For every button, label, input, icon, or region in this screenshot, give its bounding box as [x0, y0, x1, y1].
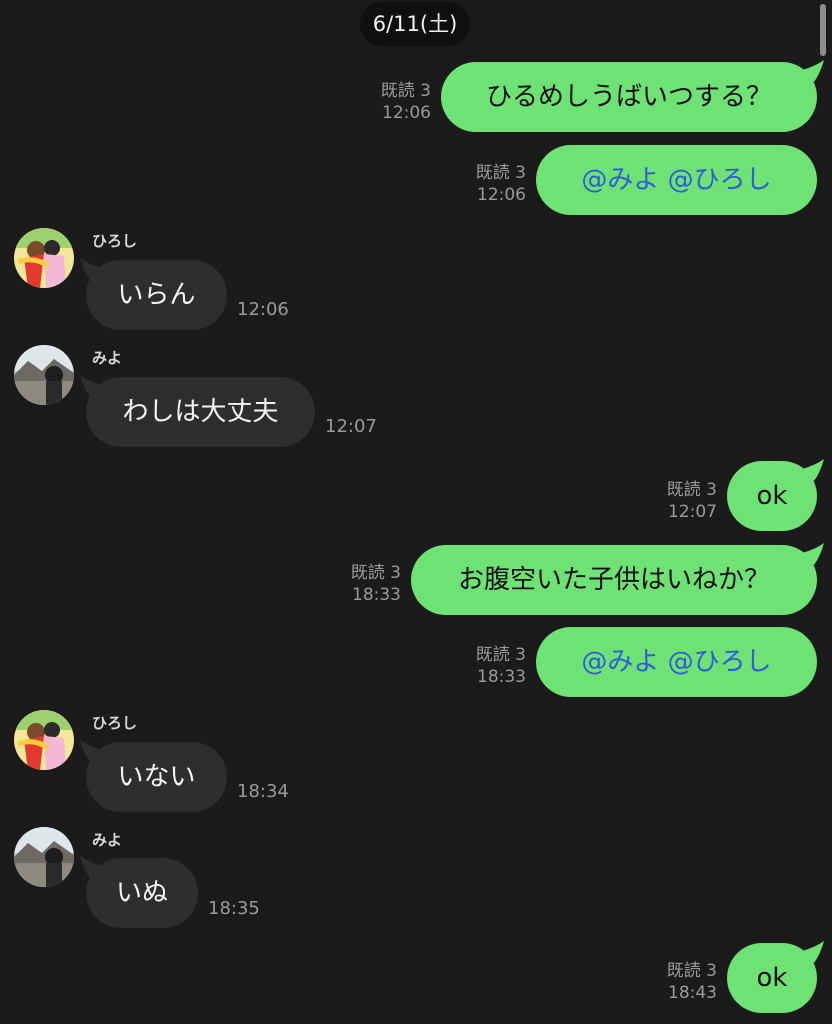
date-separator: 6/11(土): [360, 2, 470, 46]
message-time: 12:06: [477, 185, 526, 205]
bubble-tail: [802, 60, 824, 82]
outgoing-message-bubble[interactable]: お腹空いた子供はいねか？: [411, 545, 817, 615]
message-time: 18:33: [352, 585, 401, 605]
incoming-message-bubble[interactable]: いない: [86, 742, 227, 812]
message-meta: 既読 3 12:06: [361, 80, 431, 124]
bubble-tail: [802, 543, 824, 565]
miyo-avatar-icon[interactable]: [14, 345, 74, 405]
incoming-message-bubble[interactable]: いらん: [86, 260, 227, 330]
read-receipt: 既読 3: [475, 163, 526, 183]
message-time: 18:43: [668, 983, 717, 1003]
scrollbar[interactable]: [820, 4, 826, 56]
sender-name: みよ: [92, 831, 123, 849]
outgoing-mention-bubble[interactable]: @みよ @ひろし: [536, 145, 817, 215]
miyo-avatar-icon[interactable]: [14, 827, 74, 887]
bubble-tail: [80, 740, 102, 762]
sender-name: ひろし: [92, 232, 138, 250]
message-time: 12:07: [325, 416, 377, 437]
sender-name: ひろし: [92, 714, 138, 732]
bubble-tail: [802, 459, 824, 481]
outgoing-message-bubble[interactable]: ひるめしうばいつする？: [441, 62, 817, 132]
incoming-message-bubble[interactable]: わしは大丈夫: [86, 377, 315, 447]
read-receipt: 既読 3: [475, 645, 526, 665]
message-time: 12:06: [382, 103, 431, 123]
read-receipt: 既読 3: [666, 961, 717, 981]
message-time: 12:07: [668, 502, 717, 522]
message-time: 18:33: [477, 667, 526, 687]
message-meta: 既読 3 18:43: [647, 960, 717, 1004]
sender-name: みよ: [92, 349, 123, 367]
outgoing-mention-bubble[interactable]: @みよ @ひろし: [536, 627, 817, 697]
message-time: 18:34: [237, 781, 289, 802]
hiroshi-avatar-icon[interactable]: [14, 228, 74, 288]
hiroshi-avatar-icon[interactable]: [14, 710, 74, 770]
read-receipt: 既読 3: [666, 480, 717, 500]
bubble-tail: [80, 375, 102, 397]
message-time: 18:35: [208, 898, 260, 919]
bubble-tail: [80, 856, 102, 878]
bubble-tail: [80, 258, 102, 280]
bubble-tail: [802, 941, 824, 963]
message-time: 12:06: [237, 299, 289, 320]
message-meta: 既読 3 18:33: [456, 644, 526, 688]
read-receipt: 既読 3: [350, 563, 401, 583]
message-meta: 既読 3 12:06: [456, 162, 526, 206]
message-meta: 既読 3 12:07: [647, 479, 717, 523]
read-receipt: 既読 3: [380, 81, 431, 101]
message-meta: 既読 3 18:33: [331, 562, 401, 606]
